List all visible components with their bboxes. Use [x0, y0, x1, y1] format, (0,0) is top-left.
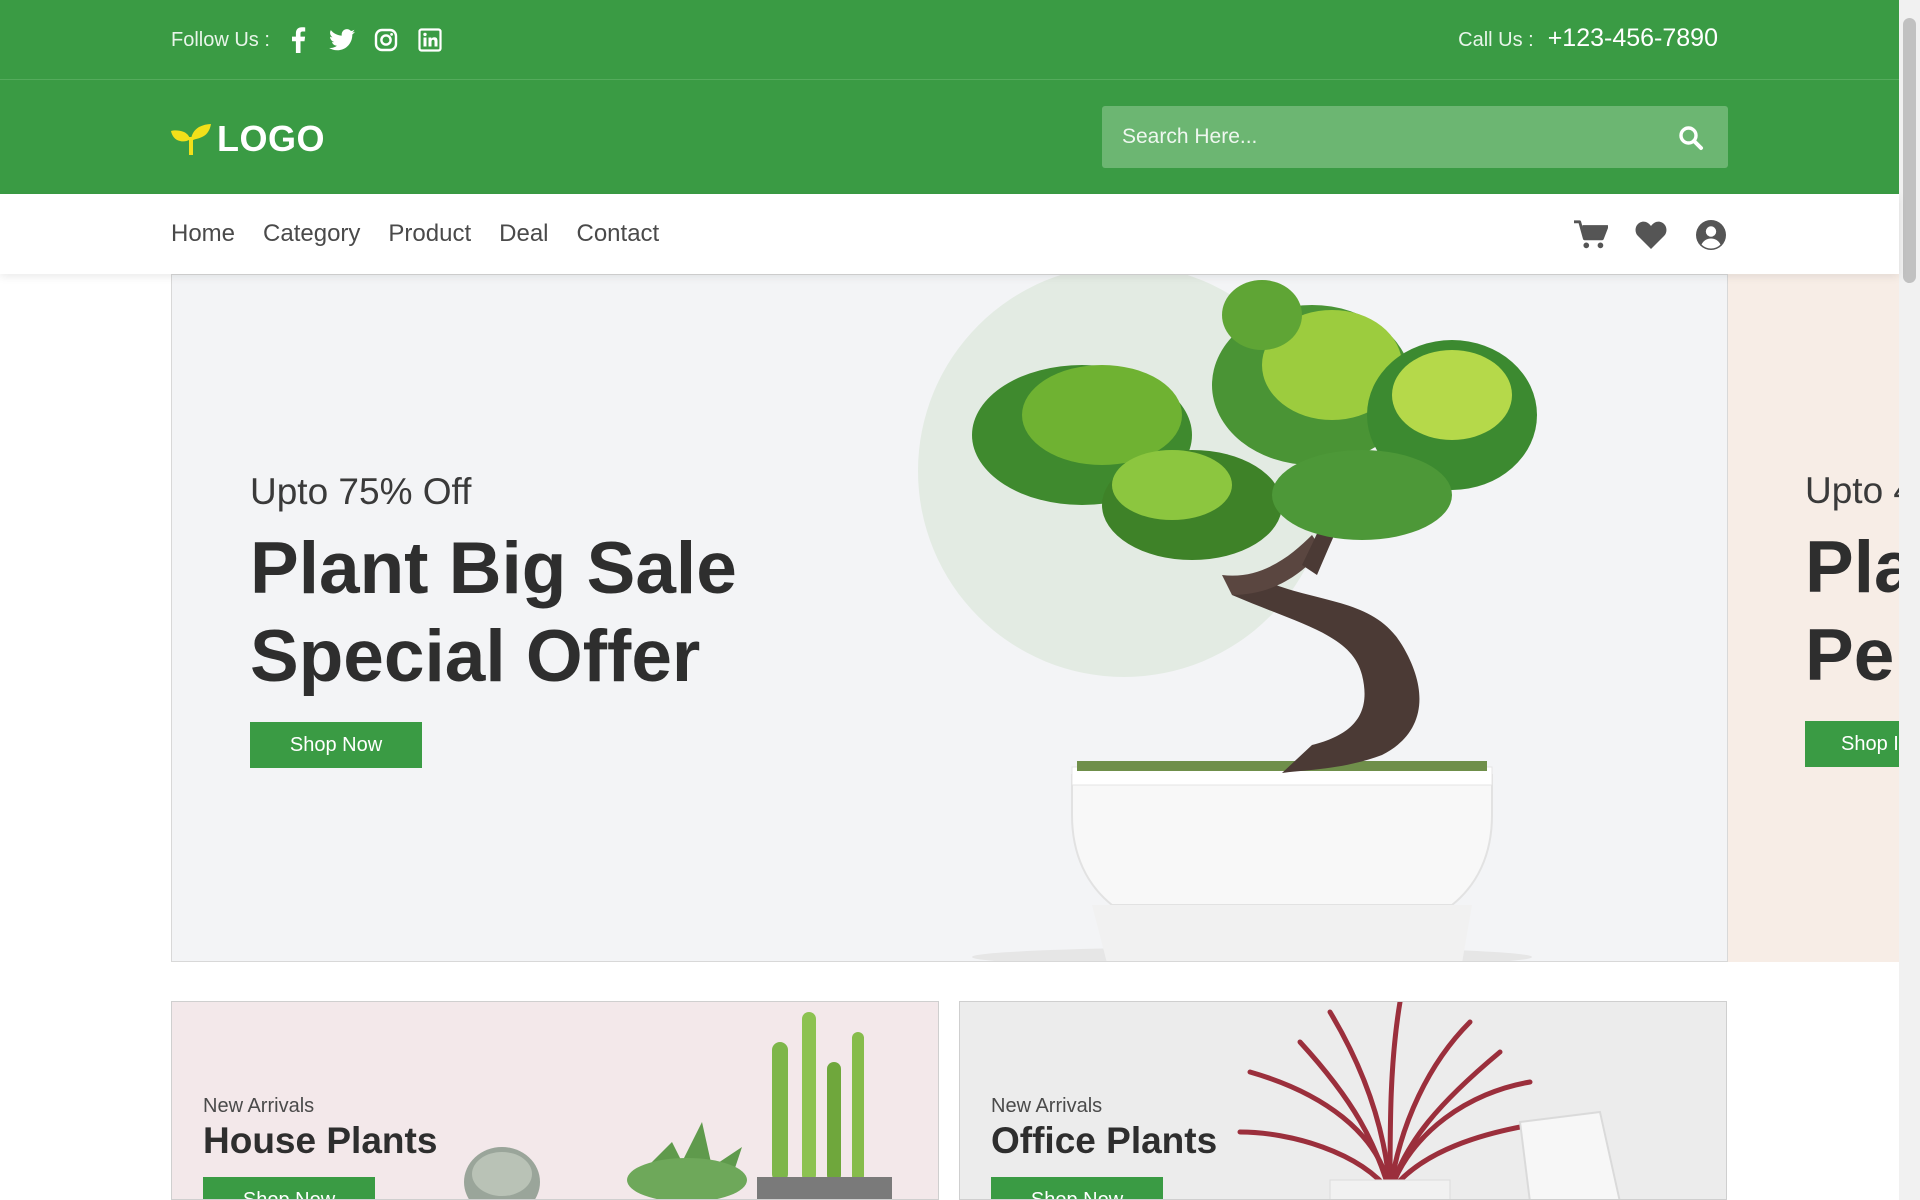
search-icon[interactable] [1676, 123, 1706, 153]
hero-subtitle: Upto 75% Off [250, 471, 472, 512]
phone-number[interactable]: +123-456-7890 [1548, 24, 1718, 53]
next-slide-title-line-2: Pe [1805, 615, 1895, 696]
next-slide-shop-button[interactable]: Shop I [1805, 721, 1899, 767]
nav-product[interactable]: Product [388, 220, 471, 248]
nav-contact[interactable]: Contact [577, 220, 660, 248]
linkedin-icon[interactable] [416, 26, 444, 54]
house-plants-card[interactable]: New Arrivals House Plants Shop Now [171, 1001, 939, 1200]
scrollbar-thumb[interactable] [1903, 18, 1916, 283]
search-box [1102, 106, 1728, 168]
cart-icon[interactable] [1574, 218, 1608, 252]
office-plants-shop-button[interactable]: Shop Now [991, 1177, 1163, 1199]
user-icon[interactable] [1694, 218, 1728, 252]
next-slide-subtitle: Upto 4 [1805, 470, 1899, 511]
shop-now-button[interactable]: Shop Now [250, 722, 422, 768]
office-plants-card[interactable]: New Arrivals Office Plants Shop Now [959, 1001, 1727, 1200]
bonsai-plant-image [972, 280, 1537, 961]
call-label: Call Us : [1458, 29, 1534, 51]
next-slide-title-line-1: Pla [1805, 527, 1899, 608]
main-nav: Home Category Product Deal Contact [0, 194, 1899, 274]
instagram-icon[interactable] [372, 26, 400, 54]
house-plants-shop-button[interactable]: Shop Now [203, 1177, 375, 1199]
office-plants-title: Office Plants [991, 1120, 1218, 1161]
twitter-icon[interactable] [328, 26, 356, 54]
hero-title-line-2: Special Offer [250, 616, 701, 697]
follow-label: Follow Us : [171, 28, 270, 51]
logo-text: LOGO [217, 118, 325, 159]
facebook-icon[interactable] [284, 26, 312, 54]
nav-deal[interactable]: Deal [499, 220, 548, 248]
page-scrollbar[interactable] [1899, 0, 1920, 1200]
hero-title: Plant Big Sale Special Offer [250, 525, 737, 701]
hero-title-line-1: Plant Big Sale [250, 528, 737, 609]
header: LOGO [0, 80, 1899, 194]
nav-home[interactable]: Home [171, 220, 235, 248]
hero-next-slide: Upto 4 Pla Pe Shop I [1728, 274, 1899, 962]
sprout-icon [171, 119, 211, 160]
nav-links: Home Category Product Deal Contact [171, 220, 659, 248]
nav-category[interactable]: Category [263, 220, 360, 248]
heart-icon[interactable] [1634, 218, 1668, 252]
search-input[interactable] [1102, 106, 1662, 168]
house-plants-title: House Plants [203, 1120, 438, 1161]
top-bar: Follow Us : Call Us : +123-456-7890 [0, 0, 1899, 80]
nav-icons [1574, 218, 1728, 252]
hero-slide: Upto 75% Off Plant Big Sale Special Offe… [171, 274, 1728, 962]
follow-us: Follow Us : [171, 26, 444, 54]
social-links [284, 26, 444, 54]
office-plants-subtitle: New Arrivals [991, 1095, 1103, 1117]
next-slide-title: Pla Pe [1805, 524, 1899, 700]
logo[interactable]: LOGO [171, 118, 325, 160]
house-plants-subtitle: New Arrivals [203, 1095, 315, 1117]
call-us: Call Us : +123-456-7890 [1458, 24, 1718, 53]
